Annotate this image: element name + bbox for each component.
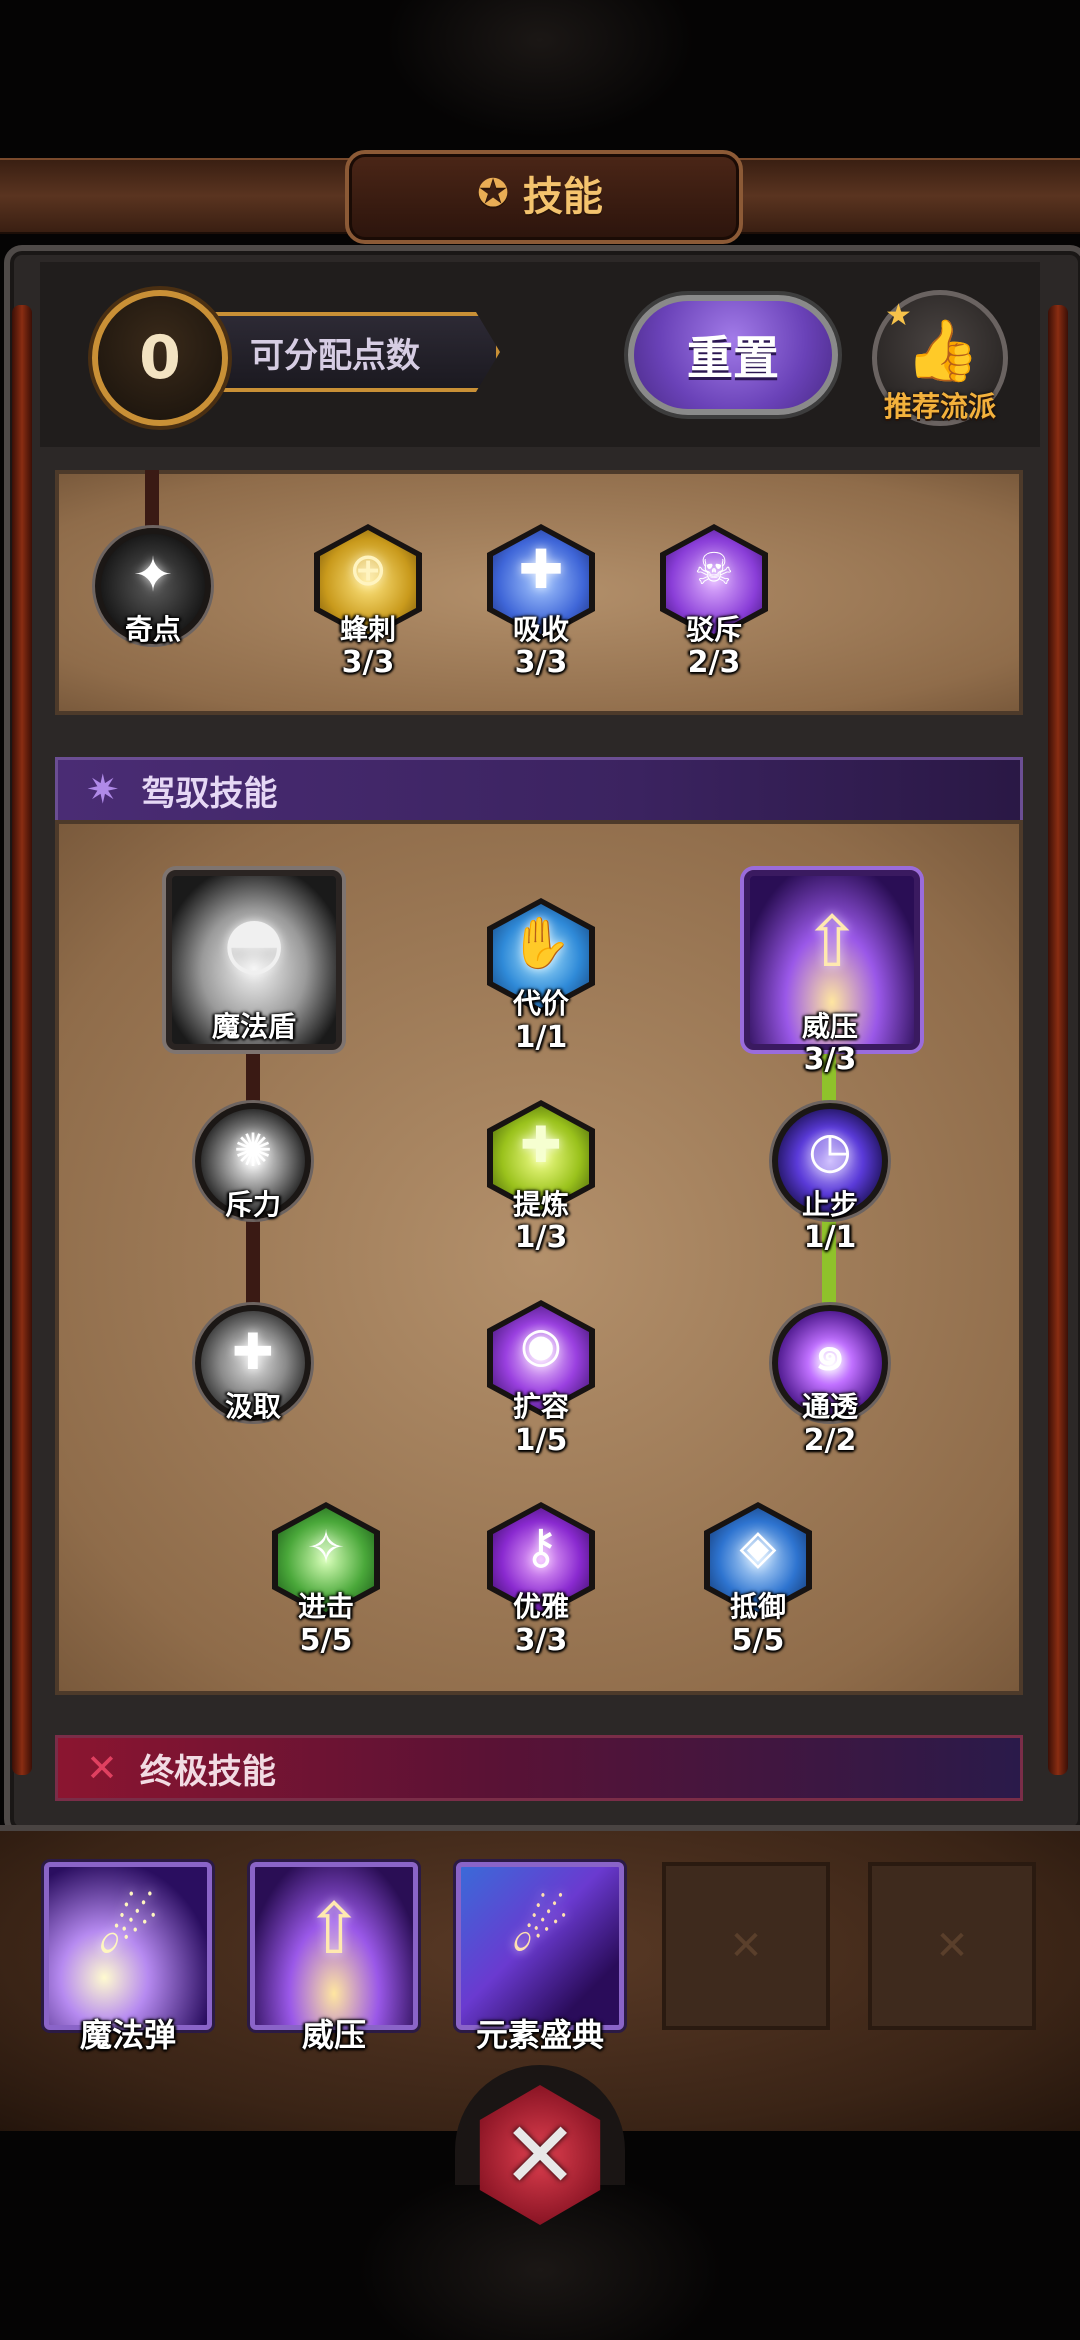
plus-icon: ✚ bbox=[232, 1322, 274, 1381]
ultimate-slot-empty[interactable]: ✕ bbox=[868, 1862, 1036, 2030]
skill-label: 汲取 bbox=[224, 1390, 281, 1423]
ultimate-slot-magic-missile[interactable]: ☄ bbox=[44, 1862, 212, 2030]
skill-label: 止步 bbox=[801, 1188, 858, 1221]
section-title: 驾驭技能 bbox=[141, 773, 278, 814]
light-pillar-icon: ⇧ bbox=[304, 1887, 364, 1970]
skill-label: 驳斥 bbox=[685, 613, 742, 646]
close-icon: ✕ bbox=[501, 2101, 579, 2209]
skill-label: 扩容 bbox=[512, 1390, 569, 1423]
skill-label: 威压 bbox=[801, 1010, 858, 1043]
points-label: 可分配点数 bbox=[200, 312, 500, 392]
skill-label: 代价 bbox=[512, 987, 569, 1020]
ultimate-label: 威压 bbox=[301, 2016, 366, 2054]
light-pillar-icon: ⇧ bbox=[802, 900, 862, 983]
recommend-build-label: 推荐流派 bbox=[883, 390, 996, 423]
points-value: 0 bbox=[92, 290, 228, 426]
skill-label: 进击 bbox=[297, 1590, 354, 1623]
burst-icon: ✺ bbox=[233, 1122, 273, 1177]
skill-label: 斥力 bbox=[224, 1188, 281, 1221]
page-title-label: 技能 bbox=[522, 174, 603, 220]
page-title: ✪ 技能 bbox=[345, 150, 735, 236]
section-title: 终极技能 bbox=[139, 1751, 276, 1792]
skill-label: 抵御 bbox=[729, 1590, 786, 1623]
star-icon: ★ bbox=[885, 298, 912, 333]
thumbs-up-icon: 👍 bbox=[905, 316, 980, 386]
skill-wheel-icon: ✪ bbox=[477, 171, 509, 215]
skill-label: 提炼 bbox=[512, 1188, 569, 1221]
skill-count: 1/3 bbox=[514, 1220, 568, 1255]
skill-count: 1/5 bbox=[514, 1423, 568, 1458]
skill-count: 2/3 bbox=[687, 645, 741, 680]
skill-count: 2/2 bbox=[803, 1423, 857, 1458]
skill-label: 魔法盾 bbox=[211, 1010, 296, 1043]
section-header-control: ✷ 驾驭技能 bbox=[55, 757, 1023, 823]
skill-label: 优雅 bbox=[512, 1590, 569, 1623]
skill-count: 3/3 bbox=[514, 1623, 568, 1658]
crossed-swords-icon: ✕ bbox=[86, 1746, 118, 1790]
skill-count: 3/3 bbox=[341, 645, 395, 680]
meteor-shower-icon: ☄ bbox=[510, 1890, 570, 1968]
skill-count: 3/3 bbox=[803, 1042, 857, 1077]
clock-icon: ◷ bbox=[808, 1120, 852, 1179]
skill-count: 1/1 bbox=[514, 1020, 568, 1055]
ultimate-label: 魔法弹 bbox=[79, 2016, 176, 2054]
skill-count: 5/5 bbox=[299, 1623, 353, 1658]
reset-button[interactable]: 重置 bbox=[628, 295, 838, 415]
skill-label: 蜂刺 bbox=[339, 613, 396, 646]
section-header-ultimate: ✕ 终极技能 bbox=[55, 1735, 1023, 1801]
skill-label: 吸收 bbox=[512, 613, 569, 646]
ultimate-slot-empty[interactable]: ✕ bbox=[662, 1862, 830, 2030]
skill-label: 通透 bbox=[801, 1390, 858, 1423]
left-rail bbox=[12, 305, 32, 1775]
dome-shield-icon: ◓ bbox=[223, 900, 285, 983]
skill-count: 1/1 bbox=[803, 1220, 857, 1255]
ultimate-label: 元素盛典 bbox=[475, 2016, 604, 2054]
right-rail bbox=[1048, 305, 1068, 1775]
skill-label: 奇点 bbox=[124, 613, 181, 646]
skill-count: 3/3 bbox=[514, 645, 568, 680]
vortex-icon: ๑ bbox=[813, 1323, 847, 1384]
star-icon: ✷ bbox=[86, 767, 120, 813]
ultimate-slot-elemental-feast[interactable]: ☄ bbox=[456, 1862, 624, 2030]
ultimate-slot-intimidate[interactable]: ⇧ bbox=[250, 1862, 418, 2030]
connector-line bbox=[145, 470, 159, 530]
comet-icon: ☄ bbox=[96, 1887, 160, 1970]
sparkle-icon: ✦ bbox=[132, 546, 174, 603]
skill-count: 5/5 bbox=[731, 1623, 785, 1658]
